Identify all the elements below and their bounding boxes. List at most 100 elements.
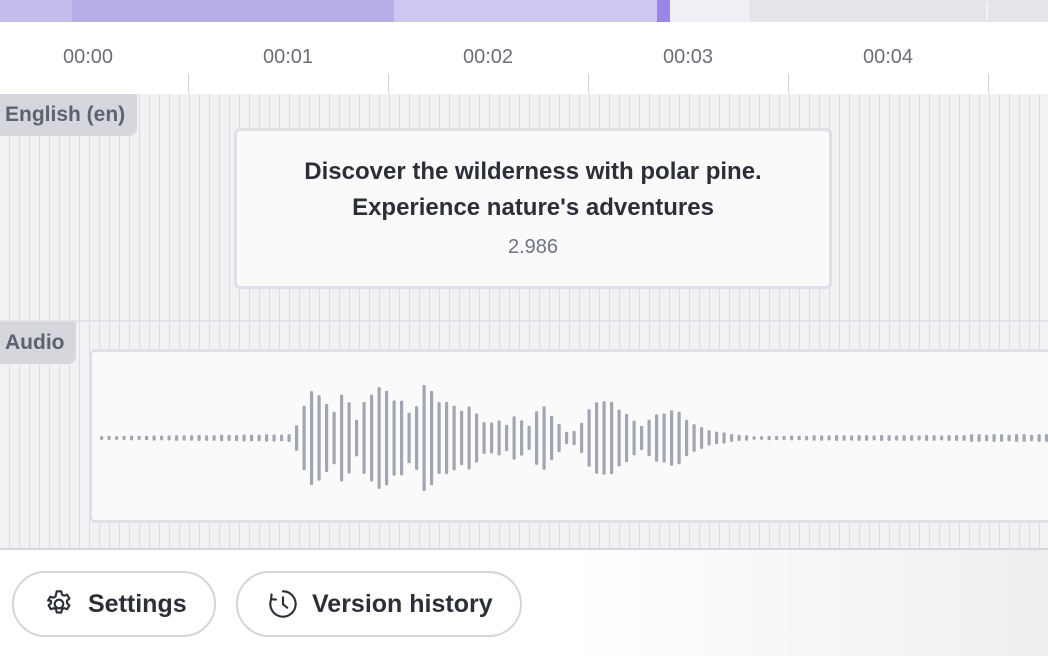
waveform-bar [1007, 434, 1011, 442]
waveform-bar [160, 435, 164, 441]
waveform-bar [145, 435, 149, 441]
waveform-bar [482, 422, 486, 454]
timeline-scrubber[interactable] [0, 0, 1048, 22]
waveform-bar [662, 413, 666, 463]
settings-label: Settings [88, 589, 187, 618]
settings-button[interactable]: Settings [12, 571, 216, 637]
waveform-bar [917, 435, 921, 441]
waveform-bar [812, 435, 816, 441]
waveform-bar [460, 410, 464, 466]
waveform-bar [137, 435, 141, 441]
caption-text: Discover the wilderness with polar pine.… [237, 154, 829, 226]
waveform-bar [820, 435, 824, 441]
waveform-bar [745, 435, 749, 441]
ruler-label: 00:02 [462, 46, 514, 68]
waveform-bar [392, 400, 396, 476]
waveform-bar [842, 435, 846, 441]
waveform-bar [205, 435, 209, 441]
waveform-bar [955, 435, 959, 441]
waveform-bar [190, 435, 194, 441]
waveform-bar [827, 435, 831, 441]
waveform-bar [677, 411, 681, 465]
waveform-bar [550, 415, 554, 461]
waveform-bar [347, 402, 351, 474]
waveform-bar [625, 413, 629, 463]
waveform-bar [970, 434, 974, 442]
version-history-label: Version history [312, 589, 493, 618]
clock-history-icon [266, 587, 300, 621]
waveform-bar [242, 434, 246, 442]
caption-line: Discover the wilderness with polar pine. [304, 158, 762, 185]
waveform-bar [250, 434, 254, 442]
waveform-bar [302, 405, 306, 471]
caption-clip[interactable]: Discover the wilderness with polar pine.… [234, 128, 832, 289]
waveform-bar [220, 434, 224, 442]
waveform-bar [715, 431, 719, 445]
waveform-bar [175, 435, 179, 441]
waveform-bar [865, 435, 869, 441]
waveform-bar [445, 401, 449, 475]
waveform-bar [940, 435, 944, 441]
audio-clip[interactable] [89, 349, 1048, 523]
scrubber-marker [986, 2, 988, 20]
ruler-tick [788, 74, 789, 94]
waveform-bar [265, 434, 269, 442]
waveform-bar [467, 406, 471, 470]
waveform-bar [182, 435, 186, 441]
waveform-bar [452, 405, 456, 471]
waveform-bar [152, 435, 156, 441]
waveform-bar [640, 425, 644, 451]
time-ruler[interactable]: 00:00 00:01 00:02 00:03 00:04 [0, 22, 1048, 94]
waveform-bar [887, 435, 891, 441]
waveform-bar [700, 427, 704, 449]
scrubber-segment [394, 0, 660, 22]
waveform-bar [212, 435, 216, 441]
waveform-bar [775, 435, 779, 441]
version-history-button[interactable]: Version history [236, 571, 522, 637]
waveform-bar [197, 434, 201, 441]
waveform-bar [100, 436, 104, 440]
waveform-bar [310, 391, 314, 485]
waveform-bar [902, 435, 906, 441]
waveform-bar [977, 434, 981, 442]
waveform-bar [407, 412, 411, 464]
waveform-bar [280, 434, 284, 442]
caption-duration: 2.986 [507, 236, 559, 258]
ruler-label: 00:00 [62, 46, 114, 68]
waveform-bar [782, 435, 786, 441]
waveform-bar [1015, 434, 1019, 442]
waveform-bar [910, 435, 914, 441]
waveform-bar [527, 425, 531, 450]
waveform-bar [490, 422, 494, 454]
waveform-bar [122, 435, 126, 441]
audio-track-label: Audio [0, 322, 77, 364]
waveform-bar [880, 435, 884, 441]
ruler-tick [388, 74, 389, 94]
waveform-bar [797, 435, 801, 441]
waveform-bar [602, 401, 606, 475]
waveform-bar [572, 430, 576, 446]
waveform-bar [872, 435, 876, 441]
waveform-bar [685, 419, 689, 457]
ruler-tick [988, 74, 989, 94]
waveform-bar [437, 402, 441, 474]
ruler-label: 00:03 [662, 46, 714, 68]
waveform-bar [595, 402, 599, 474]
waveform-bar [580, 422, 584, 454]
waveform-bar [857, 435, 861, 441]
waveform-bar [130, 435, 134, 441]
waveform-bar [730, 434, 734, 442]
audio-waveform [100, 384, 1048, 492]
waveform-bar [722, 432, 726, 444]
waveform-bar [497, 420, 501, 456]
waveform-bar [355, 419, 359, 457]
waveform-bar [340, 394, 344, 482]
waveform-bar [385, 390, 389, 486]
waveform-bar [932, 435, 936, 441]
waveform-bar [167, 435, 171, 441]
waveform-bar [475, 413, 479, 463]
waveform-bar [947, 435, 951, 441]
waveform-bar [422, 384, 426, 492]
waveform-bar [325, 403, 329, 473]
scrubber-segment [0, 0, 72, 22]
